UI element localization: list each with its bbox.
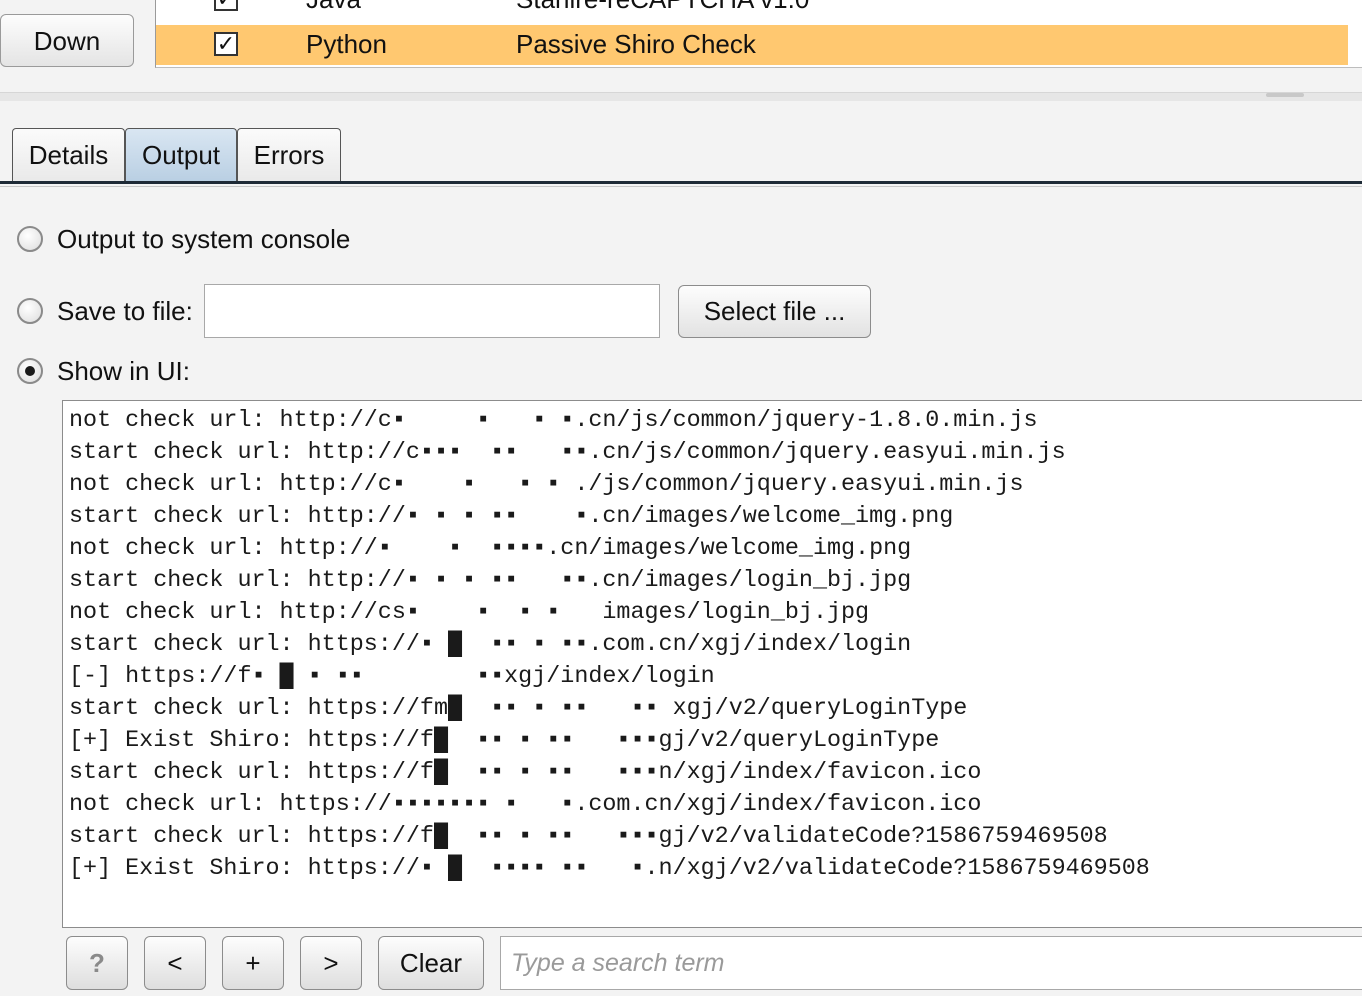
save-to-file-label: Save to file: — [57, 296, 193, 326]
splitter-grip-icon[interactable] — [1266, 93, 1304, 97]
output-log[interactable]: not check url: http://c▪ ▪ ▪ ▪.cn/js/com… — [62, 400, 1362, 928]
log-line: start check url: http://c▪▪▪ ▪▪ ▪▪.cn/js… — [69, 440, 1066, 466]
select-file-button[interactable]: Select file ... — [678, 285, 871, 338]
log-line: start check url: http://▪ ▪ ▪ ▪▪ ▪▪.cn/i… — [69, 568, 912, 594]
log-line: not check url: http://c▪ ▪ ▪ ▪ ./js/comm… — [69, 472, 1024, 498]
extension-row[interactable]: ✓ Java Stanire-reCAPTCHA v1.0 — [156, 0, 1348, 20]
log-line: not check url: http://cs▪ ▪ ▪ ▪ images/l… — [69, 600, 870, 626]
extension-type: Java — [306, 0, 361, 15]
log-line: start check url: https://f█ ▪▪ ▪ ▪▪ ▪▪▪n… — [69, 760, 982, 786]
log-line: not check url: http://▪ ▪ ▪▪▪▪.cn/images… — [69, 536, 912, 562]
tab-errors[interactable]: Errors — [237, 128, 341, 182]
tab-output[interactable]: Output — [125, 128, 237, 182]
extensions-panel: Down ✓ Java Stanire-reCAPTCHA v1.0 ✓ Pyt… — [0, 0, 1362, 92]
extension-type: Python — [306, 29, 387, 59]
tab-details[interactable]: Details — [12, 128, 125, 182]
extension-loaded-checkbox[interactable]: ✓ — [214, 0, 238, 11]
log-line: start check url: https://f█ ▪▪ ▪ ▪▪ ▪▪▪g… — [69, 824, 1108, 850]
extension-loaded-checkbox[interactable]: ✓ — [214, 32, 238, 56]
next-match-button[interactable]: > — [300, 936, 362, 990]
previous-match-button[interactable]: < — [144, 936, 206, 990]
help-button[interactable]: ? — [66, 936, 128, 990]
log-line: not check url: http://c▪ ▪ ▪ ▪.cn/js/com… — [69, 408, 1038, 434]
move-down-button[interactable]: Down — [0, 14, 134, 67]
divider — [0, 186, 1362, 187]
extension-name: Stanire-reCAPTCHA v1.0 — [516, 0, 809, 15]
extension-name: Passive Shiro Check — [516, 29, 756, 59]
log-line: [-] https://f▪ █ ▪ ▪▪ ▪▪xgj/index/login — [69, 664, 715, 690]
output-console-label: Output to system console — [57, 224, 351, 254]
file-path-input[interactable] — [204, 284, 660, 338]
search-input[interactable] — [500, 936, 1362, 990]
show-in-ui-radio[interactable] — [17, 358, 43, 384]
log-line: start check url: http://▪ ▪ ▪ ▪▪ ▪.cn/im… — [69, 504, 954, 530]
log-line: start check url: https://fm█ ▪▪ ▪ ▪▪ ▪▪ … — [69, 696, 968, 722]
clear-button[interactable]: Clear — [378, 936, 484, 990]
log-line: [+] Exist Shiro: https://▪ █ ▪▪▪▪ ▪▪ ▪.n… — [69, 856, 1150, 882]
tab-underline — [0, 181, 1362, 184]
save-to-file-radio[interactable] — [17, 298, 43, 324]
extensions-table: ✓ Java Stanire-reCAPTCHA v1.0 ✓ Python P… — [155, 0, 1362, 68]
log-line: [+] Exist Shiro: https://f█ ▪▪ ▪ ▪▪ ▪▪▪g… — [69, 728, 940, 754]
log-line: start check url: https://▪ █ ▪▪ ▪ ▪▪.com… — [69, 632, 912, 658]
show-in-ui-label: Show in UI: — [57, 356, 190, 386]
output-console-radio[interactable] — [17, 226, 43, 252]
add-button[interactable]: + — [222, 936, 284, 990]
panel-splitter[interactable] — [0, 92, 1362, 101]
log-line: not check url: https://▪▪▪▪▪▪▪ ▪ ▪.com.c… — [69, 792, 982, 818]
extension-row-selected[interactable]: ✓ Python Passive Shiro Check — [156, 25, 1348, 65]
